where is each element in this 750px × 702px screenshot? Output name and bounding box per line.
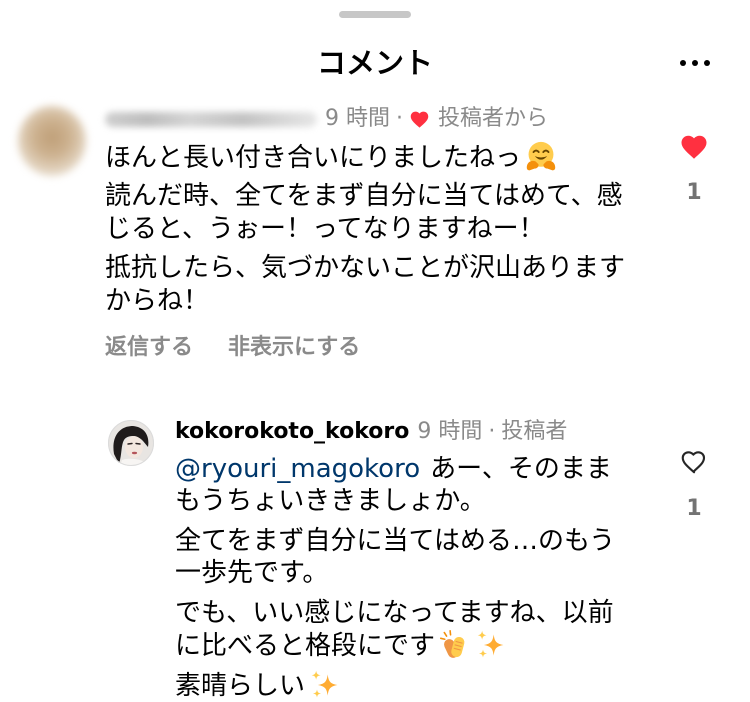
comment-text: あー、そのまま <box>430 454 612 484</box>
comment-line: もうちょいききましょか。 <box>175 486 486 516</box>
sparkles-emoji <box>311 670 338 698</box>
more-options-button[interactable] <box>678 56 712 70</box>
comment-line: 素晴らしい <box>175 669 615 701</box>
comment-text: ほんと長い付き合いにりましたねっ <box>105 143 522 173</box>
profile-photo-avatar <box>108 420 154 466</box>
comment-text: 素晴らしい <box>175 671 306 701</box>
more-icon-dot <box>680 60 686 66</box>
comment-line: ほんと長い付き合いにりましたねっ <box>105 141 625 174</box>
sheet-title: コメント <box>316 46 433 80</box>
comment-body: ほんと長い付き合いにりましたねっ 読んだ時、全てをまず自分に当てはめて、感 じる… <box>105 141 625 324</box>
comment-paragraph: @ryouri_magokoro あー、そのまま もうちょいききましょか。 <box>175 453 615 517</box>
reply-button[interactable]: 返信する <box>105 334 193 362</box>
comment-timestamp: 9 時間 <box>417 419 483 444</box>
username[interactable]: kokorokoto_kokoro <box>175 418 409 446</box>
comment-header: kokorokoto_kokoro 9 時間 · 投稿者 <box>175 418 567 446</box>
comment-line: に比べると格段にです <box>175 629 615 661</box>
comment-text: に比べると格段にです <box>175 631 436 661</box>
meta-separator: · <box>488 419 496 444</box>
comment-body: @ryouri_magokoro あー、そのまま もうちょいききましょか。 全てを… <box>175 453 615 701</box>
comment-paragraph: ほんと長い付き合いにりましたねっ <box>105 141 625 174</box>
comment-header: 9 時間 · 投稿者から <box>105 105 548 133</box>
heart-outline-icon <box>681 451 706 474</box>
commenter-avatar[interactable] <box>108 420 154 466</box>
comment-line: 読んだ時、全てをまず自分に当てはめて、感 <box>105 181 623 211</box>
comment-paragraph: でも、いい感じになってますね、以前 に比べると格段にです <box>175 597 615 661</box>
comment-paragraph: 素晴らしい <box>175 669 615 701</box>
comment-line: からね！ <box>105 286 210 316</box>
heart-filled-icon <box>681 135 707 159</box>
comment-paragraph: 抵抗したら、気づかないことが沢山あります からね！ <box>105 252 625 318</box>
hugging-face-emoji <box>526 141 556 171</box>
drag-handle[interactable] <box>339 11 411 18</box>
clapping-hands-emoji <box>439 629 465 658</box>
blurred-username[interactable] <box>105 111 317 127</box>
like-count[interactable]: 1 <box>680 180 708 206</box>
author-badge: 投稿者 <box>501 419 568 444</box>
like-button[interactable] <box>679 447 709 477</box>
comment-paragraph: 全てをまず自分に当てはめる…のもう 一歩先です。 <box>175 525 615 589</box>
heart-filled-icon <box>410 111 429 128</box>
comment-timestamp: 9 時間 <box>325 106 390 131</box>
comment-line: 全てをまず自分に当てはめる…のもう <box>175 526 616 556</box>
commenter-avatar[interactable] <box>18 106 86 176</box>
mention-link[interactable]: @ryouri_magokoro <box>175 454 420 484</box>
author-liked-label: 投稿者から <box>438 106 549 131</box>
comment-line: でも、いい感じになってますね、以前 <box>175 598 614 628</box>
hide-button[interactable]: 非表示にする <box>228 334 360 362</box>
like-button[interactable] <box>679 132 709 162</box>
more-horizontal-icon <box>680 60 710 66</box>
sparkles-emoji <box>477 630 504 658</box>
comment-line: @ryouri_magokoro あー、そのまま <box>175 453 615 485</box>
more-icon-dot <box>692 60 698 66</box>
more-icon-dot <box>704 60 710 66</box>
like-count[interactable]: 1 <box>680 496 708 522</box>
comment-paragraph: 読んだ時、全てをまず自分に当てはめて、感 じると、うぉー！ってなりますねー！ <box>105 180 625 246</box>
meta-separator: · <box>396 106 403 131</box>
comment-line: 一歩先です。 <box>175 558 329 588</box>
comment-line: じると、うぉー！ってなりますねー！ <box>105 214 545 244</box>
comment-line: 抵抗したら、気づかないことが沢山あります <box>105 253 626 283</box>
